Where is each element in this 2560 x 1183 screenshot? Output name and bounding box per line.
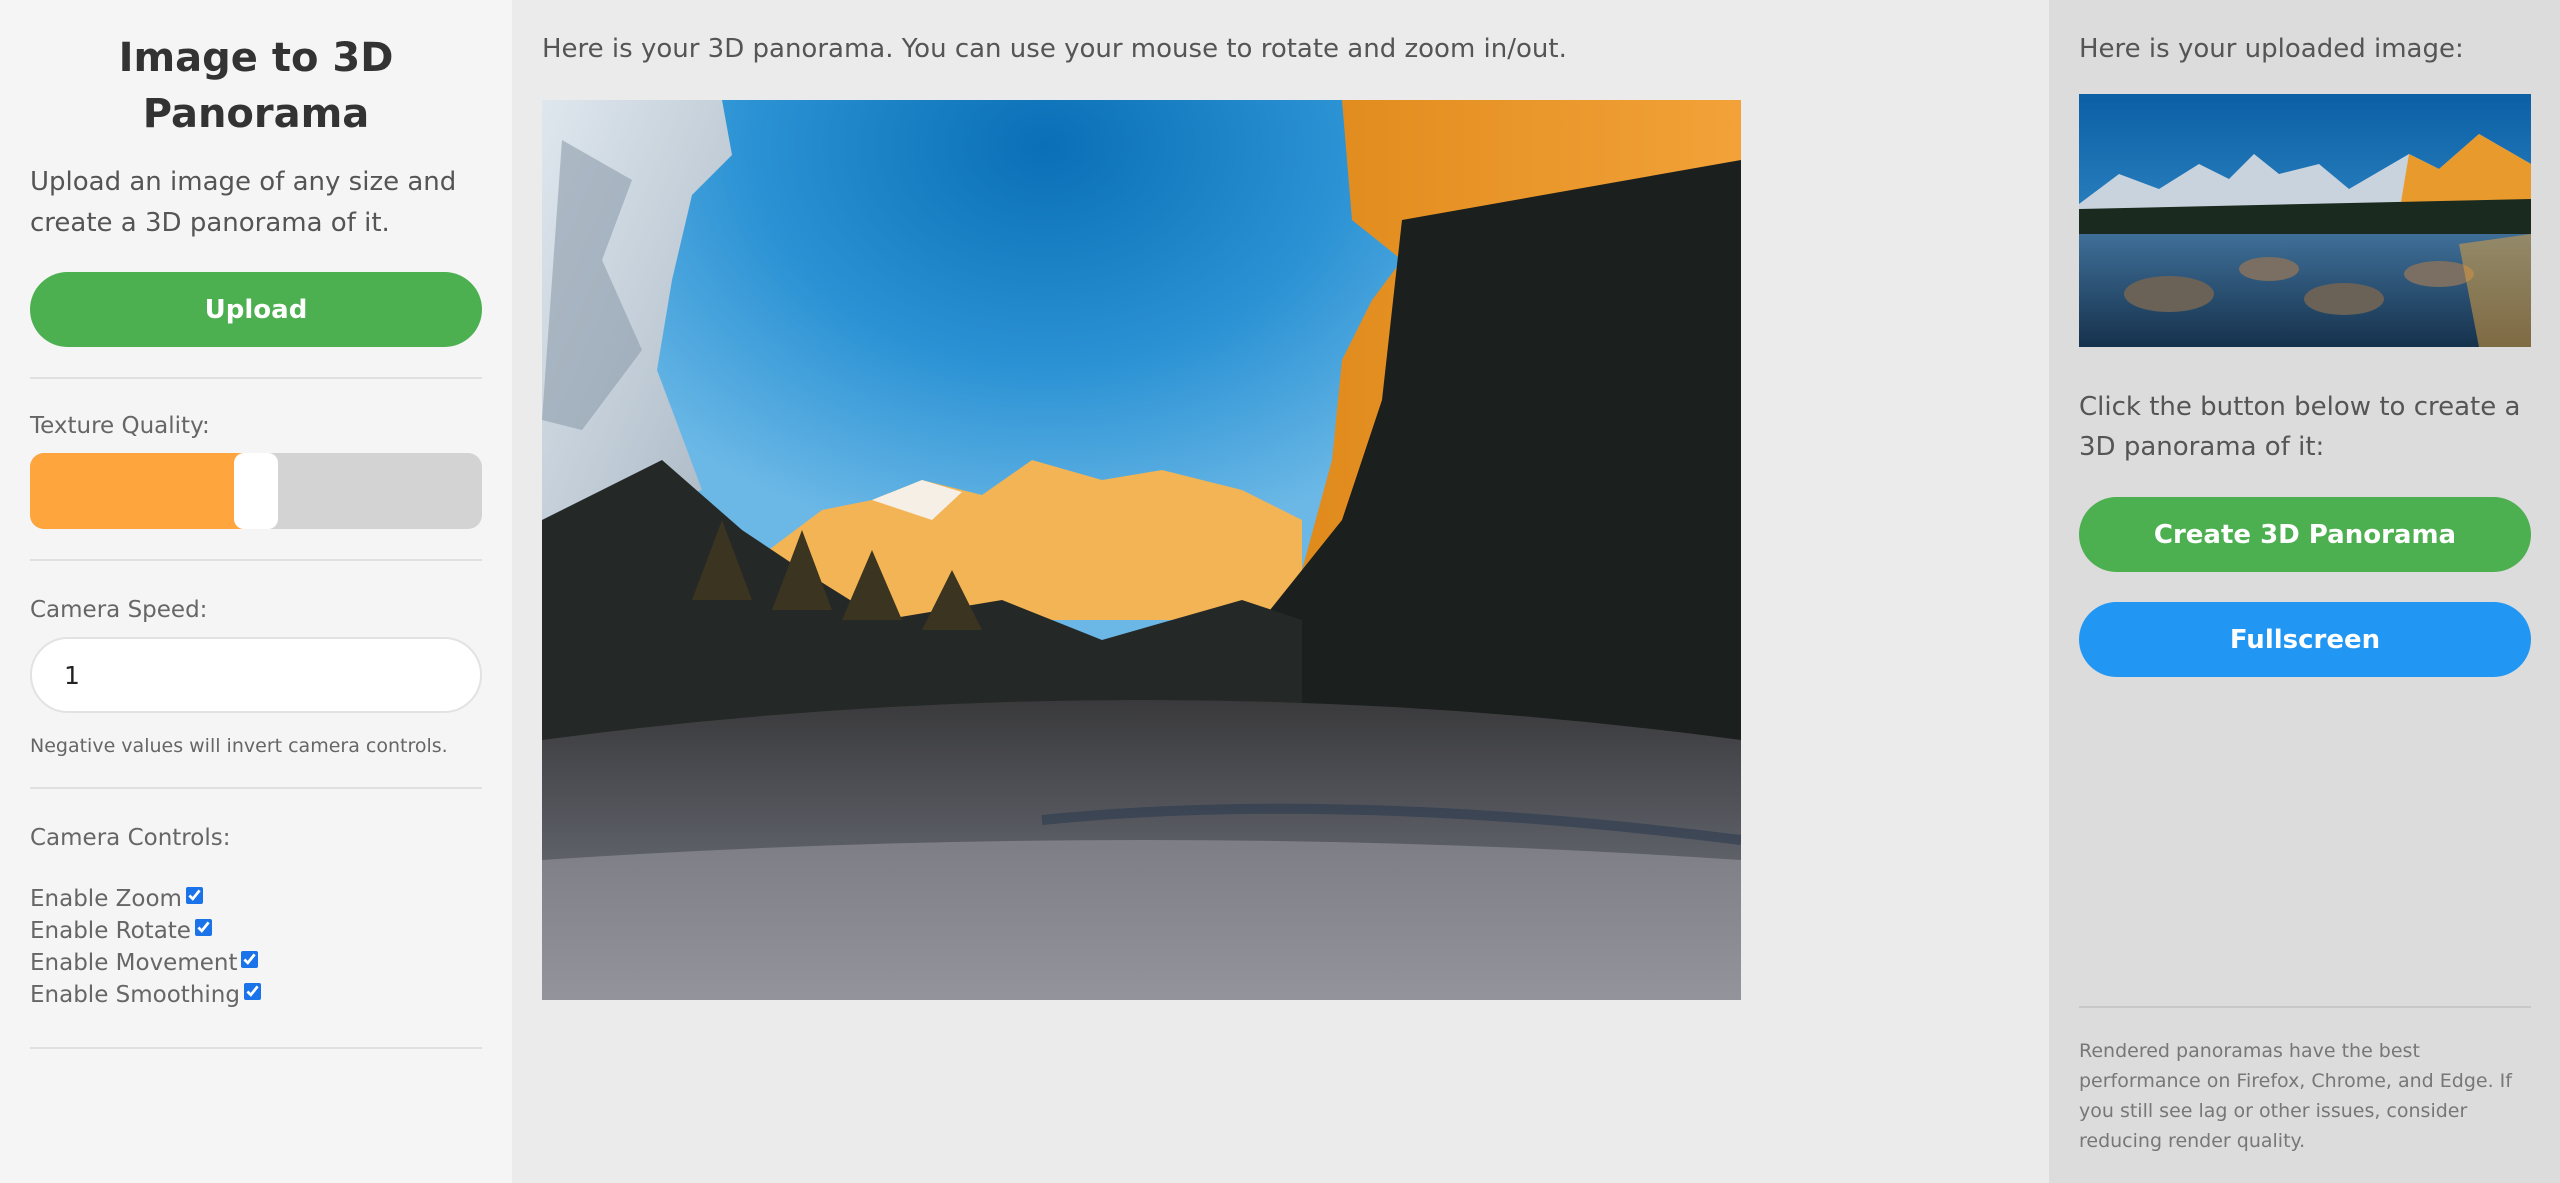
slider-fill — [30, 453, 256, 529]
performance-footnote: Rendered panoramas have the best perform… — [2079, 1040, 2512, 1152]
control-label: Enable Zoom — [30, 886, 182, 912]
control-zoom: Enable Zoom — [30, 883, 482, 915]
uploaded-image — [2079, 94, 2531, 347]
panorama-canvas[interactable] — [542, 100, 1741, 1000]
camera-speed-hint: Negative values will invert camera contr… — [30, 735, 448, 757]
enable-zoom-checkbox[interactable] — [185, 886, 203, 904]
control-rotate: Enable Rotate — [30, 915, 482, 947]
enable-rotate-checkbox[interactable] — [194, 918, 212, 936]
fullscreen-button[interactable]: Fullscreen — [2079, 602, 2531, 677]
slider-thumb[interactable] — [234, 453, 278, 529]
camera-speed-label: Camera Speed: — [30, 597, 208, 623]
control-label: Enable Rotate — [30, 918, 191, 944]
panorama-viewer[interactable] — [542, 100, 1741, 1000]
camera-controls-list: Enable Zoom Enable Rotate Enable Movemen… — [30, 883, 482, 1011]
camera-speed-input[interactable] — [30, 637, 482, 713]
uploaded-image-caption: Here is your uploaded image: — [2079, 34, 2464, 64]
create-instruction: Click the button below to create a 3D pa… — [2079, 392, 2521, 462]
divider — [30, 377, 482, 379]
uploaded-image-preview — [2079, 94, 2531, 347]
panorama-caption: Here is your 3D panorama. You can use yo… — [542, 34, 1567, 64]
intro-text: Upload an image of any size and create a… — [30, 167, 457, 238]
left-sidebar: Image to 3D Panorama Upload an image of … — [0, 0, 512, 1183]
upload-button[interactable]: Upload — [30, 272, 482, 347]
divider — [30, 1047, 482, 1049]
enable-smoothing-checkbox[interactable] — [243, 982, 261, 1000]
control-label: Enable Smoothing — [30, 982, 240, 1008]
main-panel: Here is your 3D panorama. You can use yo… — [512, 0, 2049, 1183]
divider — [2079, 1006, 2531, 1008]
app-title: Image to 3D Panorama — [118, 35, 394, 137]
right-sidebar: Here is your uploaded image: Click the b… — [2049, 0, 2560, 1183]
divider — [30, 787, 482, 789]
camera-controls-label: Camera Controls: — [30, 825, 231, 851]
control-movement: Enable Movement — [30, 947, 482, 979]
texture-quality-label: Texture Quality: — [30, 413, 210, 439]
control-label: Enable Movement — [30, 950, 238, 976]
divider — [30, 559, 482, 561]
enable-movement-checkbox[interactable] — [241, 950, 259, 968]
control-smoothing: Enable Smoothing — [30, 979, 482, 1011]
texture-quality-slider[interactable] — [30, 453, 482, 529]
create-3d-panorama-button[interactable]: Create 3D Panorama — [2079, 497, 2531, 572]
